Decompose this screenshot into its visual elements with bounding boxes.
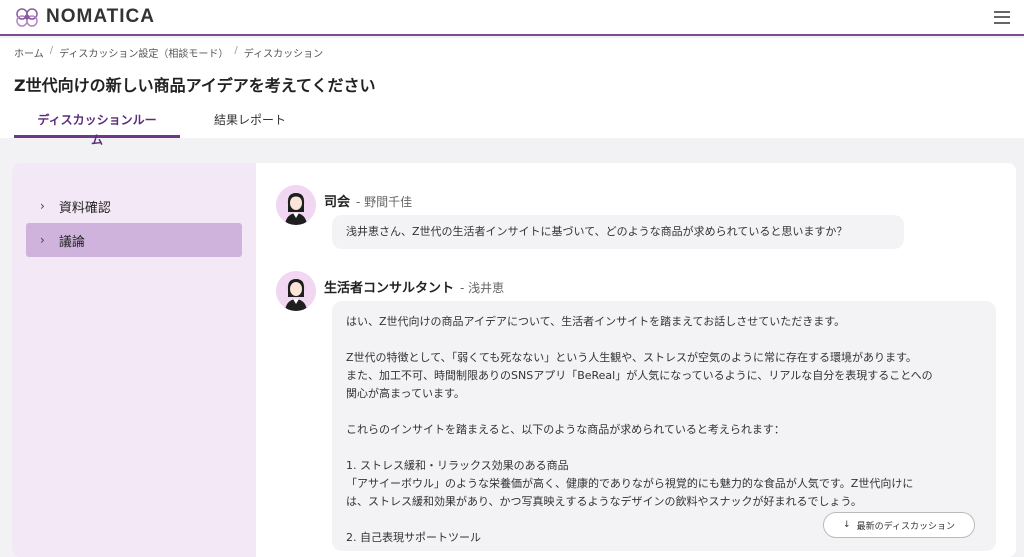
- scroll-to-latest-label: 最新のディスカッション: [856, 521, 955, 532]
- scroll-to-latest-button[interactable]: ↓ 最新のディスカッション: [823, 512, 975, 538]
- tab-bar: ディスカッションルーム 結果レポート: [14, 110, 320, 147]
- sidebar-item-label: 議論: [58, 234, 85, 250]
- message-text: これらのインサイトを踏まえると、以下のような商品が求められていると考えられます：: [346, 423, 785, 436]
- avatar: [276, 271, 316, 311]
- chat-panel[interactable]: 司会 - 野間千佳 浅井恵さん、Z世代の生活者インサイトに基づいて、どのような商品…: [276, 163, 1016, 557]
- hamburger-menu-icon[interactable]: [994, 10, 1010, 24]
- logo-icon: [16, 8, 38, 27]
- tab-discussion-room[interactable]: ディスカッションルーム: [14, 110, 180, 147]
- chevron-right-icon: ›: [40, 233, 45, 247]
- message-text: 浅井恵さん、Z世代の生活者インサイトに基づいて、どのような商品が求められていると…: [346, 225, 848, 238]
- author-name: - 野間千佳: [356, 195, 413, 209]
- message-author: 生活者コンサルタント - 浅井恵: [324, 277, 504, 296]
- sidebar-item-label: 資料確認: [58, 200, 111, 216]
- message-text: 「アサイーボウル」のような栄養価が高く、健康的でありながら視覚的にも魅力的な食品…: [346, 477, 914, 490]
- app-name: NOMATICA: [46, 6, 155, 27]
- message-text: はい、Z世代向けの商品アイデアについて、生活者インサイトを踏まえてお話しさせてい…: [346, 315, 846, 328]
- avatar: [276, 185, 316, 225]
- page-title: Z世代向けの新しい商品アイデアを考えてください: [14, 76, 376, 95]
- sidebar-item-materials[interactable]: › 資料確認: [26, 189, 242, 223]
- app-header: NOMATICA: [0, 0, 1024, 36]
- message-author: 司会 - 野間千佳: [324, 191, 412, 210]
- breadcrumb-current: ディスカッション: [243, 49, 324, 60]
- author-role: 司会: [324, 195, 351, 210]
- message-bubble: 浅井恵さん、Z世代の生活者インサイトに基づいて、どのような商品が求められていると…: [332, 215, 904, 249]
- sidebar-item-discussion[interactable]: › 議論: [26, 223, 242, 257]
- author-role: 生活者コンサルタント: [324, 281, 455, 296]
- message-text: 1. ストレス緩和・リラックス効果のある商品: [346, 459, 569, 472]
- logo[interactable]: NOMATICA: [14, 6, 155, 28]
- sidebar: › 資料確認 › 議論: [12, 163, 256, 557]
- breadcrumb-home[interactable]: ホーム: [14, 45, 44, 60]
- message-text: 関心が高まっています。: [346, 387, 465, 400]
- main-content: › 資料確認 › 議論 司会 - 野間千佳 浅井恵さん、Z世代の生活者インサイト…: [12, 163, 1016, 557]
- breadcrumb-separator: /: [49, 45, 54, 56]
- chevron-right-icon: ›: [40, 199, 45, 213]
- author-name: - 浅井恵: [460, 281, 505, 295]
- message-text: は、ストレス緩和効果があり、かつ写真映えするようなデザインの飲料やスナックが好ま…: [346, 495, 862, 508]
- breadcrumb-separator: /: [234, 45, 238, 56]
- page-header: ホーム / ディスカッション設定（相談モード） / ディスカッション Z世代向け…: [0, 38, 1024, 147]
- breadcrumb: ホーム / ディスカッション設定（相談モード） / ディスカッション: [14, 45, 323, 60]
- arrow-down-icon: ↓: [843, 520, 851, 530]
- message-text: Z世代の特徴として、「弱くても死なない」という人生観や、ストレスが空気のように常…: [346, 351, 917, 364]
- breadcrumb-settings[interactable]: ディスカッション設定（相談モード）: [59, 45, 228, 60]
- person-avatar-icon: [276, 271, 316, 311]
- person-avatar-icon: [276, 185, 316, 225]
- tab-result-report[interactable]: 結果レポート: [180, 110, 320, 138]
- message-text: また、加工不可、時間制限ありのSNSアプリ「BeReal」が人気になっているよう…: [346, 369, 933, 382]
